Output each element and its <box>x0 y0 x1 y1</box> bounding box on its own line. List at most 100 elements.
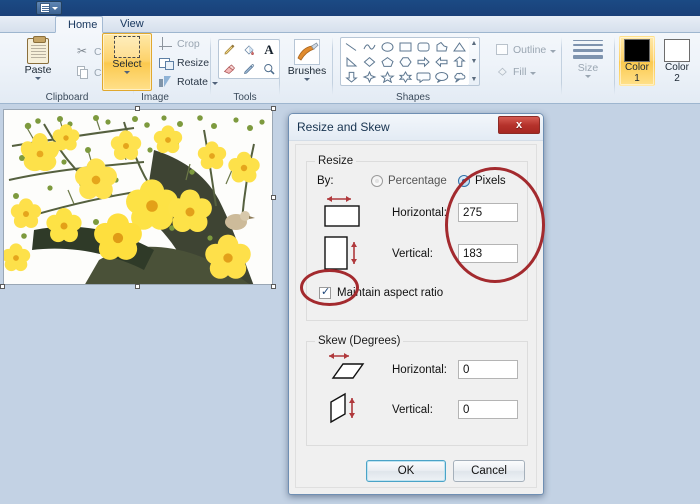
resize-horizontal-label: Horizontal: <box>392 207 447 219</box>
resize-legend: Resize <box>315 155 357 167</box>
selection-handle[interactable] <box>271 284 276 289</box>
quick-access-toolbar[interactable] <box>36 1 62 15</box>
tab-home[interactable]: Home <box>55 16 103 33</box>
pencil-icon[interactable] <box>219 40 239 59</box>
ribbon-group-brushes: Brushes <box>280 33 333 104</box>
color-1-swatch[interactable] <box>624 39 650 62</box>
ribbon-group-tools: A Tools <box>211 33 280 104</box>
paste-label: Paste <box>24 64 52 76</box>
ok-button[interactable]: OK <box>366 460 446 482</box>
percentage-label: Percentage <box>388 175 447 187</box>
document-icon[interactable] <box>40 3 50 13</box>
brushes-button[interactable]: Brushes <box>287 36 327 82</box>
chevron-down-icon[interactable] <box>585 75 591 78</box>
tab-view[interactable]: View <box>108 16 152 33</box>
rounded-rectangle-shape[interactable] <box>414 39 432 54</box>
selection-handle[interactable] <box>135 284 140 289</box>
five-point-star-shape[interactable] <box>378 69 396 84</box>
ribbon-group-size: Size <box>562 33 615 104</box>
brushes-icon <box>294 39 320 65</box>
clipboard-icon <box>27 36 49 64</box>
hexagon-shape[interactable] <box>396 54 414 69</box>
cloud-callout-shape[interactable] <box>450 69 468 84</box>
dialog-title-bar: Resize and Skew x <box>289 114 543 141</box>
chevron-down-icon[interactable] <box>530 72 537 75</box>
outline-icon <box>496 43 509 56</box>
triangle-shape[interactable] <box>450 39 468 54</box>
size-label: Size <box>577 62 599 74</box>
color-2-swatch[interactable] <box>664 39 690 62</box>
color-2-button[interactable]: Color 2 <box>659 36 695 86</box>
chevron-down-icon[interactable] <box>550 50 557 53</box>
size-lines-icon <box>573 40 603 59</box>
six-point-star-shape[interactable] <box>396 69 414 84</box>
paint-window: Home View Paste ✂ Cut Copy Clipbo <box>0 0 700 504</box>
pixels-label: Pixels <box>475 175 506 187</box>
rectangle-shape[interactable] <box>396 39 414 54</box>
magnifier-icon[interactable] <box>259 59 279 78</box>
outline-label: Outline <box>513 43 547 56</box>
up-arrow-shape[interactable] <box>450 54 468 69</box>
brushes-label: Brushes <box>287 65 327 77</box>
skew-horizontal-label: Horizontal: <box>392 364 447 376</box>
chevron-down-icon[interactable] <box>304 78 310 81</box>
skew-vertical-label: Vertical: <box>392 404 433 416</box>
select-button[interactable]: Select <box>102 33 152 91</box>
left-arrow-shape[interactable] <box>432 54 450 69</box>
percentage-radio[interactable] <box>371 175 383 187</box>
line-shape[interactable] <box>342 39 360 54</box>
resize-button[interactable]: Resize <box>156 54 212 71</box>
skew-horizontal-input[interactable] <box>458 360 518 379</box>
diamond-shape[interactable] <box>360 54 378 69</box>
right-arrow-shape[interactable] <box>414 54 432 69</box>
text-icon[interactable]: A <box>259 40 279 59</box>
scroll-more-icon[interactable]: ▼ <box>471 75 478 84</box>
close-icon[interactable]: x <box>498 116 540 134</box>
resize-vertical-input[interactable] <box>458 244 518 263</box>
paste-button[interactable]: Paste <box>12 35 64 81</box>
size-button[interactable]: Size <box>568 37 608 79</box>
scroll-up-icon[interactable]: ▲ <box>471 39 478 48</box>
crop-label: Crop <box>177 37 200 50</box>
chevron-down-icon[interactable] <box>124 71 130 74</box>
horizontal-skew-icon <box>319 350 369 386</box>
group-label-shapes: Shapes <box>396 92 430 103</box>
color-1-label-top: Color <box>625 62 649 73</box>
crop-button[interactable]: Crop <box>156 35 203 52</box>
by-label: By: <box>317 175 334 187</box>
shapes-palette[interactable] <box>340 37 470 86</box>
resize-horizontal-input[interactable] <box>458 203 518 222</box>
pixels-radio[interactable] <box>458 175 470 187</box>
shapes-scrollbar[interactable]: ▲ ▼ ▼ <box>469 37 480 86</box>
right-triangle-shape[interactable] <box>342 54 360 69</box>
rotate-label: Rotate <box>177 75 208 88</box>
oval-shape[interactable] <box>378 39 396 54</box>
caret-down-icon[interactable] <box>52 6 58 10</box>
eraser-icon[interactable] <box>219 59 239 78</box>
maintain-aspect-ratio-checkbox[interactable] <box>319 285 331 299</box>
selection-handle[interactable] <box>135 106 140 111</box>
color-2-label-top: Color <box>665 62 689 73</box>
four-point-star-shape[interactable] <box>360 69 378 84</box>
skew-vertical-input[interactable] <box>458 400 518 419</box>
color-picker-icon[interactable] <box>239 59 259 78</box>
pentagon-shape[interactable] <box>378 54 396 69</box>
cancel-button[interactable]: Cancel <box>453 460 525 482</box>
image-canvas[interactable] <box>3 109 273 285</box>
fill-with-color-icon[interactable] <box>239 40 259 59</box>
down-arrow-shape[interactable] <box>342 69 360 84</box>
oval-callout-shape[interactable] <box>432 69 450 84</box>
color-1-button[interactable]: Color 1 <box>619 36 655 86</box>
curve-shape[interactable] <box>360 39 378 54</box>
rounded-callout-shape[interactable] <box>414 69 432 84</box>
selection-handle[interactable] <box>271 195 276 200</box>
scroll-down-icon[interactable]: ▼ <box>471 57 478 66</box>
selection-handle[interactable] <box>271 106 276 111</box>
chevron-down-icon[interactable] <box>35 77 41 80</box>
polygon-shape[interactable] <box>432 39 450 54</box>
selection-handle[interactable] <box>0 284 5 289</box>
tools-palette[interactable]: A <box>218 39 280 79</box>
resize-fieldset: Resize By: Percentage Pixels Horizontal: <box>306 155 528 321</box>
fill-button[interactable]: Fill <box>493 63 539 80</box>
outline-button[interactable]: Outline <box>493 41 559 58</box>
